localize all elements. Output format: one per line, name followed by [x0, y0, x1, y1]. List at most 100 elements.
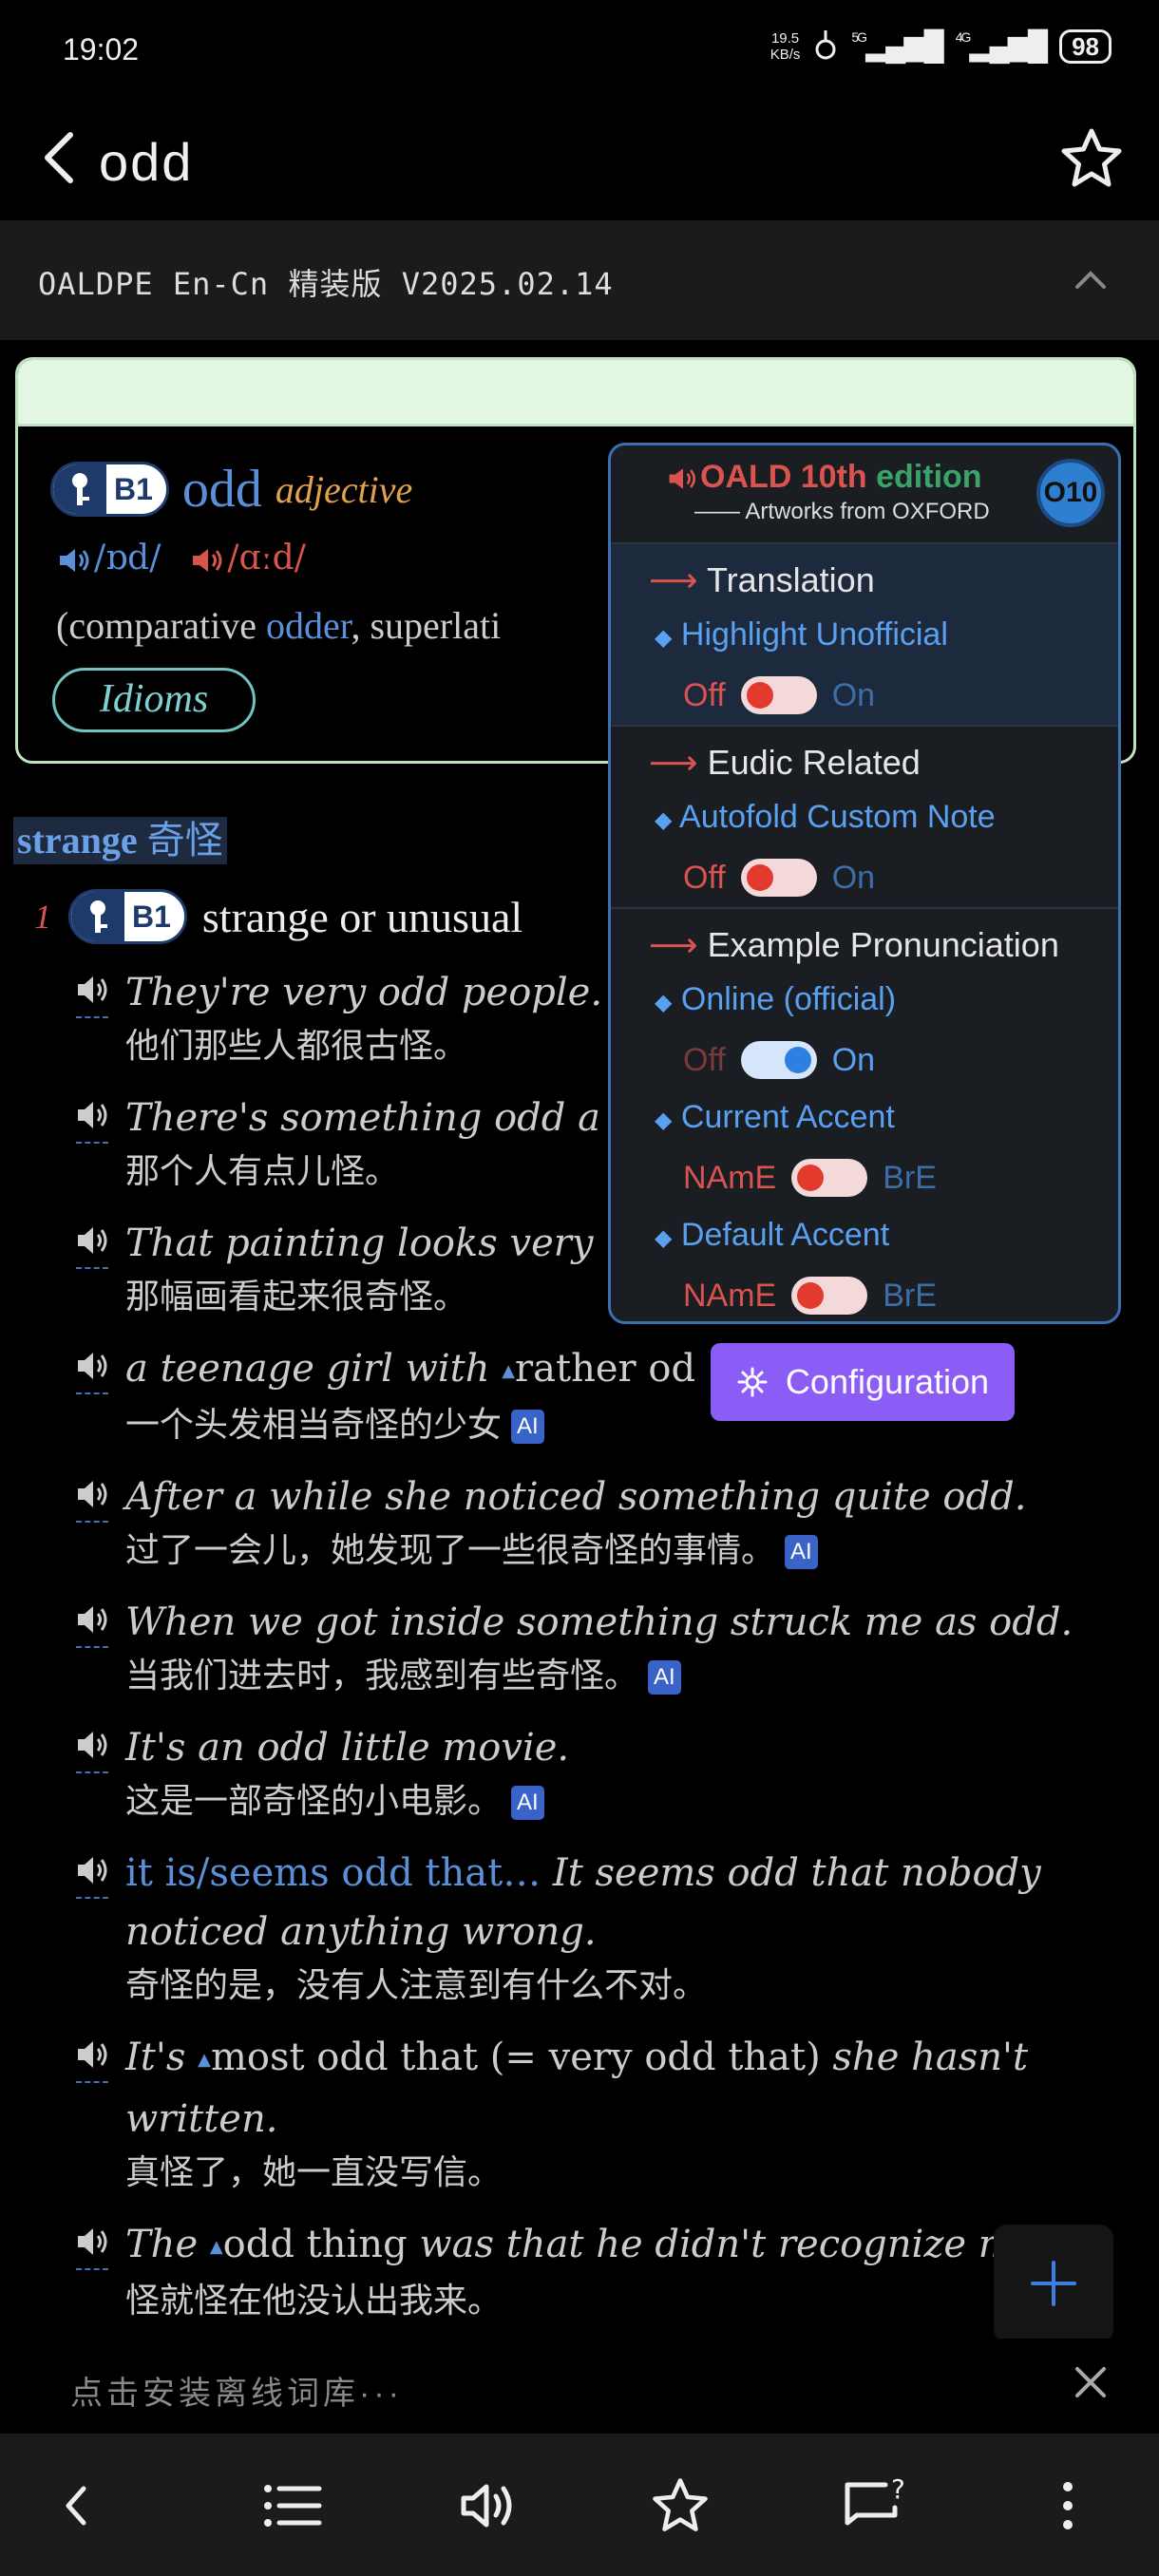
diamond-icon: ◆	[655, 807, 673, 833]
part-of-speech: adjective	[275, 467, 413, 511]
back-button[interactable]	[32, 127, 89, 188]
arrow-right-icon: ⟶	[649, 560, 698, 599]
gear-icon	[737, 1367, 768, 1397]
toggle-switch[interactable]	[740, 859, 817, 897]
collocation-marker-icon: ▲	[198, 2050, 211, 2070]
ai-badge: AI	[785, 1535, 818, 1570]
form-link[interactable]: odder	[266, 604, 351, 647]
nav-back-button[interactable]	[38, 2468, 114, 2544]
example-item: After a while she noticed something quit…	[74, 1468, 1129, 1574]
toggle-online-official[interactable]: Off On	[611, 1031, 1118, 1089]
speaker-icon[interactable]	[74, 1347, 112, 1394]
battery-indicator: 98	[1059, 28, 1112, 64]
close-icon	[1075, 2367, 1106, 2397]
bookmark-star-button[interactable]	[642, 2468, 718, 2544]
entry-band	[18, 360, 1133, 426]
page-title: odd	[99, 132, 194, 192]
headword-row: B1 odd adjective	[50, 459, 412, 520]
install-banner[interactable]: 点击安装离线词库···	[0, 2339, 1159, 2434]
toggle-switch[interactable]	[740, 1041, 817, 1079]
status-bar: 19:02 19.5 KB/s 5G▂▄▆█ 4G▂▄▆█ 98	[0, 0, 1159, 99]
install-text: 点击安装离线词库···	[70, 2376, 403, 2412]
speaker-icon[interactable]	[74, 2223, 112, 2270]
edition-badge[interactable]: O10	[1036, 459, 1105, 527]
sense-definition: strange or unusual	[201, 892, 523, 941]
collocation-marker-icon: ▲	[502, 1361, 516, 1381]
example-item: It's ▲most odd that (= very odd that) sh…	[74, 2028, 1129, 2196]
speaker-icon[interactable]	[74, 1726, 112, 1773]
star-icon	[1061, 128, 1122, 187]
section-example-pronunciation: ⟶ Example Pronunciation ◆ Online (offici…	[611, 909, 1118, 1321]
list-button[interactable]	[255, 2468, 331, 2544]
hotspot-icon	[813, 27, 838, 66]
toggle-default-accent[interactable]: NAmE BrE	[611, 1266, 1118, 1321]
pronunciation-row: /ɒd/ /ɑːd/	[56, 539, 306, 578]
diamond-icon: ◆	[655, 1225, 673, 1251]
diamond-icon: ◆	[655, 1108, 673, 1133]
ask-button[interactable]: ?	[838, 2468, 914, 2544]
section-eudic: ⟶ Eudic Related ◆ Autofold Custom Note O…	[611, 727, 1118, 909]
dictionary-header[interactable]: OALDPE En-Cn 精装版 V2025.02.14	[0, 220, 1159, 340]
audio-button[interactable]	[450, 2468, 526, 2544]
chevron-left-icon	[45, 132, 73, 183]
chat-question-icon: ?	[845, 2475, 905, 2526]
speaker-icon[interactable]	[74, 2036, 112, 2083]
idioms-button[interactable]: Idioms	[52, 668, 256, 732]
network-speed: 19.5 KB/s	[770, 29, 801, 63]
chevron-left-icon	[66, 2486, 86, 2526]
speaker-icon	[461, 2484, 512, 2528]
example-item: The ▲odd thing was that he didn't recogn…	[74, 2215, 1129, 2324]
speaker-icon[interactable]	[74, 1096, 112, 1144]
key-icon	[71, 892, 124, 941]
signal-4g-icon: 4G▂▄▆█	[955, 29, 1048, 62]
pronunciation-br[interactable]: /ɒd/	[56, 539, 161, 578]
level-badge: B1	[50, 462, 169, 517]
speaker-icon[interactable]	[74, 1222, 112, 1269]
toggle-current-accent[interactable]: NAmE BrE	[611, 1148, 1118, 1207]
more-vertical-icon	[1063, 2482, 1073, 2529]
toggle-switch[interactable]	[791, 1277, 868, 1315]
example-item: it is/seems odd that… It seems odd that …	[74, 1844, 1129, 2009]
settings-popup: OALD 10th edition —— Artworks from OXFOR…	[608, 443, 1121, 1324]
inflected-forms: (comparative odder, superlati	[56, 604, 502, 647]
speaker-icon[interactable]	[74, 1851, 112, 1899]
example-item: When we got inside something struck me a…	[74, 1593, 1129, 1699]
speaker-icon[interactable]	[74, 1475, 112, 1523]
ai-badge: AI	[511, 1786, 544, 1821]
plus-icon	[1031, 2261, 1076, 2306]
dictionary-title: OALDPE En-Cn 精装版 V2025.02.14	[38, 266, 614, 302]
pronunciation-am[interactable]: /ɑːd/	[189, 539, 306, 578]
sense-shortcut: strange 奇怪	[13, 817, 227, 864]
add-button[interactable]	[994, 2225, 1113, 2342]
bottom-toolbar: ?	[0, 2434, 1159, 2576]
status-time: 19:02	[63, 32, 140, 66]
diamond-icon: ◆	[655, 990, 673, 1015]
speaker-icon[interactable]	[74, 971, 112, 1018]
arrow-right-icon: ⟶	[649, 925, 698, 964]
toggle-switch[interactable]	[740, 676, 817, 714]
ai-badge: AI	[511, 1410, 544, 1445]
close-button[interactable]	[1070, 2361, 1112, 2403]
speaker-icon	[60, 549, 89, 572]
list-icon	[264, 2485, 322, 2527]
more-button[interactable]	[1030, 2468, 1106, 2544]
diamond-icon: ◆	[655, 625, 673, 651]
popup-header: OALD 10th edition —— Artworks from OXFOR…	[611, 445, 1118, 544]
svg-text:?: ?	[891, 2475, 905, 2505]
level-badge: B1	[68, 889, 187, 944]
speaker-icon[interactable]	[74, 1601, 112, 1648]
ai-badge: AI	[648, 1660, 681, 1695]
section-translation: ⟶ Translation ◆ Highlight Unofficial Off…	[611, 544, 1118, 727]
arrow-right-icon: ⟶	[649, 743, 698, 782]
toggle-autofold-note[interactable]: Off On	[611, 848, 1118, 907]
grammar-pattern: it is/seems odd that…	[125, 1851, 542, 1895]
popup-subtitle: —— Artworks from OXFORD	[694, 499, 990, 524]
favorite-button[interactable]	[1058, 125, 1125, 192]
collocation-marker-icon: ▲	[209, 2237, 223, 2257]
collapse-button[interactable]	[1070, 258, 1112, 300]
sense-number: 1	[34, 898, 51, 936]
configuration-button[interactable]: Configuration	[711, 1343, 1015, 1421]
status-icons: 19.5 KB/s 5G▂▄▆█ 4G▂▄▆█ 98	[770, 27, 1112, 66]
toggle-switch[interactable]	[791, 1159, 868, 1197]
toggle-highlight-unofficial[interactable]: Off On	[611, 666, 1118, 725]
